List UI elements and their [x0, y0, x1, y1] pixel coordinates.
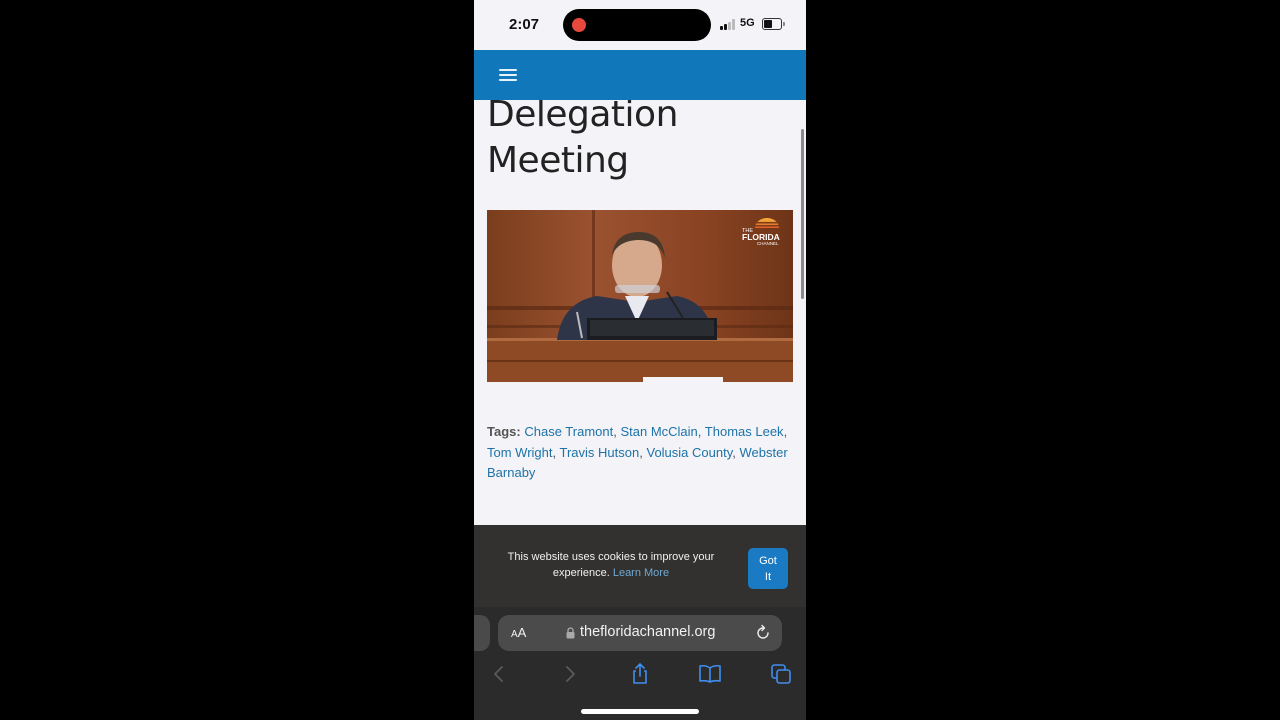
cookie-text: This website uses cookies to improve you…: [507, 551, 715, 579]
status-time: 2:07: [509, 16, 540, 33]
video-frame-image: THE FLORIDA CHANNEL: [487, 210, 793, 382]
page-content[interactable]: Delegation Meeting THE FLORIDA CHANNEL T…: [474, 100, 806, 525]
watermark-text: CHANNEL: [757, 241, 779, 246]
tag-link[interactable]: Chase Tramont: [524, 424, 613, 439]
tag-link[interactable]: Stan McClain: [620, 424, 697, 439]
home-indicator[interactable]: [581, 709, 699, 714]
recording-indicator-icon: [572, 18, 586, 32]
battery-fill: [764, 20, 773, 28]
tag-separator: ,: [697, 424, 702, 439]
forward-icon[interactable]: [558, 662, 582, 686]
share-icon[interactable]: [628, 662, 652, 686]
cookie-banner: This website uses cookies to improve you…: [474, 525, 806, 607]
network-type: 5G: [740, 17, 755, 29]
page-scrollbar[interactable]: [801, 129, 804, 299]
tag-separator: ,: [613, 424, 617, 439]
tag-separator: ,: [783, 424, 788, 439]
tag-link[interactable]: Travis Hutson: [560, 445, 640, 460]
previous-tab-preview[interactable]: [474, 615, 490, 651]
page-title: Delegation Meeting: [487, 100, 678, 184]
phone-screen: 2:07 5G Delegation Meeting THE FLORIDA C…: [474, 0, 806, 720]
tag-separator: ,: [732, 444, 736, 460]
site-navbar: [474, 50, 806, 100]
learn-more-link[interactable]: Learn More: [613, 567, 669, 579]
battery-tip: [783, 22, 785, 26]
battery-icon: [762, 18, 785, 30]
title-line: Delegation: [487, 100, 678, 135]
tabs-icon[interactable]: [769, 662, 793, 686]
tag-link[interactable]: Volusia County: [646, 445, 732, 460]
tag-link[interactable]: Tom Wright: [487, 445, 553, 460]
video-thumbnail[interactable]: THE FLORIDA CHANNEL: [487, 210, 793, 382]
dynamic-island: [563, 9, 711, 41]
cookie-message: This website uses cookies to improve you…: [498, 549, 724, 581]
bookmarks-icon[interactable]: [698, 662, 722, 686]
title-line: Meeting: [487, 140, 629, 181]
hamburger-icon[interactable]: [499, 69, 517, 82]
signal-strength-icon: [720, 19, 736, 30]
url-text: thefloridachannel.org: [580, 624, 716, 640]
address-bar[interactable]: AA thefloridachannel.org: [498, 615, 782, 651]
got-it-label: It: [764, 570, 772, 583]
got-it-label: Got: [759, 554, 777, 567]
tag-separator: ,: [639, 444, 643, 460]
lock-icon: [566, 627, 575, 639]
reader-options-button[interactable]: AA: [511, 625, 526, 640]
back-icon[interactable]: [487, 662, 511, 686]
tag-separator: ,: [552, 444, 557, 460]
tags-list: Tags: Chase Tramont, Stan McClain, Thoma…: [487, 422, 797, 484]
reload-icon[interactable]: [754, 624, 772, 642]
tags-label: Tags:: [487, 424, 521, 439]
got-it-button[interactable]: Got It: [748, 548, 788, 589]
status-bar: 2:07 5G: [474, 0, 806, 50]
safari-toolbar: AA thefloridachannel.org: [474, 607, 806, 720]
tag-link[interactable]: Thomas Leek: [705, 424, 784, 439]
